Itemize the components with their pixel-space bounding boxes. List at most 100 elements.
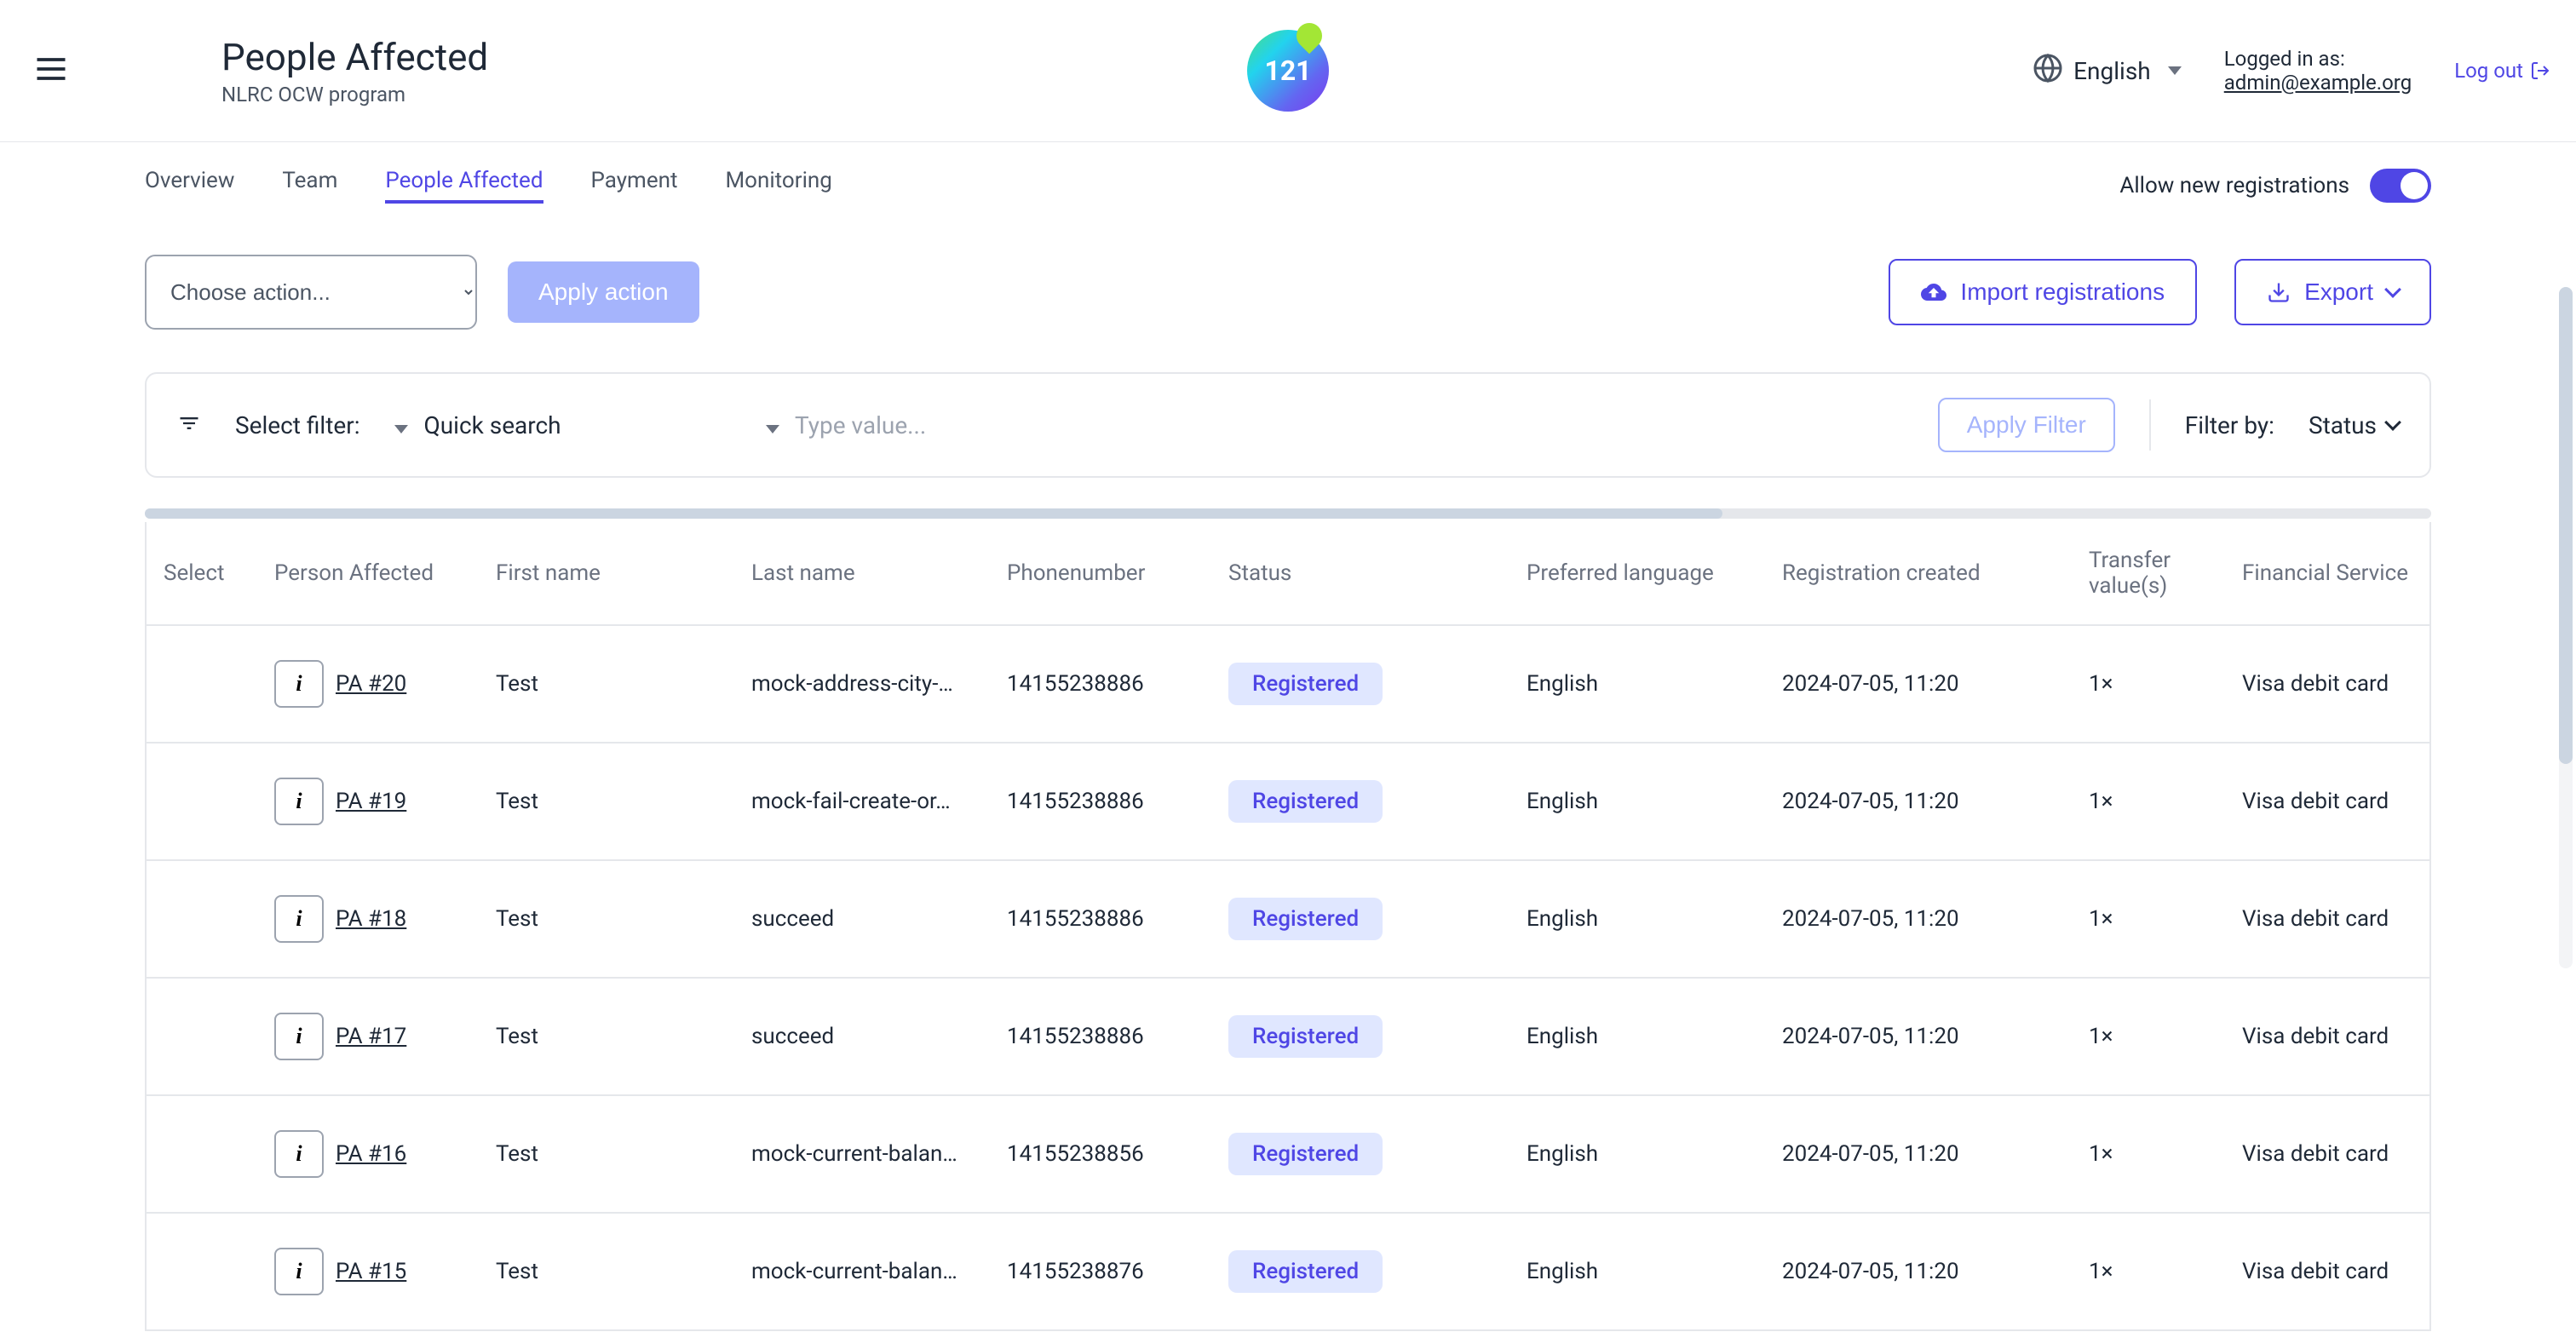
- tab-people-affected[interactable]: People Affected: [385, 168, 543, 204]
- export-button[interactable]: Export: [2234, 259, 2431, 325]
- page-subtitle: NLRC OCW program: [221, 83, 488, 106]
- cell-first-name: Test: [479, 625, 734, 743]
- cell-phone: 14155238886: [990, 743, 1211, 860]
- pa-link[interactable]: PA #20: [336, 671, 406, 697]
- chevron-down-icon: [394, 425, 408, 433]
- pa-link[interactable]: PA #15: [336, 1259, 406, 1284]
- pa-link[interactable]: PA #17: [336, 1024, 406, 1049]
- col-first-name[interactable]: First name: [479, 522, 734, 625]
- status-badge: Registered: [1228, 663, 1383, 705]
- cell-fsp: Visa debit card: [2225, 860, 2431, 978]
- cell-fsp: Visa debit card: [2225, 625, 2431, 743]
- people-affected-table: Select Person Affected First name Last n…: [147, 522, 2431, 1331]
- filter-value-input[interactable]: Type value...: [766, 411, 1904, 439]
- cell-first-name: Test: [479, 743, 734, 860]
- info-button[interactable]: i: [274, 778, 324, 825]
- info-button[interactable]: i: [274, 660, 324, 708]
- cloud-upload-icon: [1921, 279, 1946, 305]
- download-icon: [2267, 280, 2291, 304]
- pa-link[interactable]: PA #16: [336, 1141, 406, 1167]
- cell-last-name: succeed: [734, 978, 990, 1095]
- cell-created: 2024-07-05, 11:20: [1765, 978, 2072, 1095]
- select-filter-label: Select filter:: [235, 411, 360, 439]
- pa-link[interactable]: PA #18: [336, 906, 406, 932]
- cell-created: 2024-07-05, 11:20: [1765, 743, 2072, 860]
- cell-language: English: [1509, 860, 1765, 978]
- tab-payment[interactable]: Payment: [591, 168, 678, 204]
- tab-monitoring[interactable]: Monitoring: [725, 168, 831, 204]
- allow-new-toggle[interactable]: [2370, 169, 2431, 203]
- col-financial-service[interactable]: Financial Service: [2225, 522, 2431, 625]
- cell-language: English: [1509, 625, 1765, 743]
- cell-fsp: Visa debit card: [2225, 978, 2431, 1095]
- filter-by-label: Filter by:: [2185, 411, 2274, 439]
- col-preferred-language[interactable]: Preferred language: [1509, 522, 1765, 625]
- cell-created: 2024-07-05, 11:20: [1765, 1095, 2072, 1213]
- status-filter-dropdown[interactable]: Status: [2309, 411, 2399, 439]
- info-button[interactable]: i: [274, 1013, 324, 1060]
- cell-last-name: mock-current-balan…: [734, 1095, 990, 1213]
- col-last-name[interactable]: Last name: [734, 522, 990, 625]
- table-row[interactable]: iPA #18 Test succeed 14155238886 Registe…: [147, 860, 2431, 978]
- chevron-down-icon: [2168, 66, 2182, 75]
- divider: [2149, 399, 2151, 451]
- logout-button[interactable]: Log out: [2454, 59, 2550, 83]
- cell-transfer: 1×: [2072, 1095, 2225, 1213]
- vertical-scrollbar[interactable]: [2559, 287, 2573, 968]
- language-label: English: [2073, 57, 2151, 85]
- cell-phone: 14155238886: [990, 978, 1211, 1095]
- col-phonenumber[interactable]: Phonenumber: [990, 522, 1211, 625]
- table-row[interactable]: iPA #20 Test mock-address-city-… 1415523…: [147, 625, 2431, 743]
- chevron-down-icon: [766, 425, 779, 433]
- quick-search-dropdown[interactable]: Quick search: [394, 411, 561, 439]
- cell-last-name: succeed: [734, 860, 990, 978]
- table-row[interactable]: iPA #16 Test mock-current-balan… 1415523…: [147, 1095, 2431, 1213]
- filter-icon: [177, 411, 201, 439]
- cell-created: 2024-07-05, 11:20: [1765, 1213, 2072, 1330]
- menu-icon[interactable]: [26, 43, 77, 98]
- table-row[interactable]: iPA #17 Test succeed 14155238886 Registe…: [147, 978, 2431, 1095]
- cell-transfer: 1×: [2072, 1213, 2225, 1330]
- logout-label: Log out: [2454, 59, 2523, 83]
- table-row[interactable]: iPA #15 Test mock-current-balan… 1415523…: [147, 1213, 2431, 1330]
- chevron-down-icon: [2384, 281, 2401, 298]
- logged-in-label: Logged in as:: [2224, 47, 2412, 71]
- import-registrations-button[interactable]: Import registrations: [1889, 259, 2197, 325]
- info-button[interactable]: i: [274, 1248, 324, 1295]
- logo: 121: [1247, 30, 1329, 112]
- cell-last-name: mock-current-balan…: [734, 1213, 990, 1330]
- cell-first-name: Test: [479, 978, 734, 1095]
- apply-action-button[interactable]: Apply action: [508, 261, 699, 323]
- cell-first-name: Test: [479, 1095, 734, 1213]
- table-row[interactable]: i PA #19 Test mock-fail-create-or… 141552…: [147, 743, 2431, 860]
- cell-last-name: mock-fail-create-or…: [734, 743, 990, 860]
- cell-transfer: 1×: [2072, 978, 2225, 1095]
- col-person-affected[interactable]: Person Affected: [257, 522, 479, 625]
- cell-transfer: 1×: [2072, 625, 2225, 743]
- cell-phone: 14155238886: [990, 860, 1211, 978]
- tab-team[interactable]: Team: [282, 168, 337, 204]
- col-status[interactable]: Status: [1211, 522, 1509, 625]
- language-selector[interactable]: English: [2033, 53, 2182, 89]
- info-button[interactable]: i: [274, 895, 324, 943]
- horizontal-scrollbar[interactable]: [145, 508, 2431, 519]
- cell-transfer: 1×: [2072, 860, 2225, 978]
- col-registration-created[interactable]: Registration created: [1765, 522, 2072, 625]
- pa-link[interactable]: PA #19: [336, 789, 406, 814]
- info-button[interactable]: i: [274, 1130, 324, 1178]
- choose-action-select[interactable]: Choose action...: [145, 255, 477, 330]
- page-title: People Affected: [221, 35, 488, 79]
- apply-filter-button[interactable]: Apply Filter: [1938, 398, 2115, 452]
- status-badge: Registered: [1228, 780, 1383, 823]
- cell-language: English: [1509, 1213, 1765, 1330]
- cell-language: English: [1509, 1095, 1765, 1213]
- cell-fsp: Visa debit card: [2225, 1213, 2431, 1330]
- logout-icon: [2530, 60, 2550, 81]
- tab-overview[interactable]: Overview: [145, 168, 234, 204]
- cell-created: 2024-07-05, 11:20: [1765, 860, 2072, 978]
- cell-first-name: Test: [479, 860, 734, 978]
- col-transfer-values[interactable]: Transfer value(s): [2072, 522, 2225, 625]
- logged-in-email[interactable]: admin@example.org: [2224, 71, 2412, 95]
- cell-first-name: Test: [479, 1213, 734, 1330]
- col-select[interactable]: Select: [147, 522, 257, 625]
